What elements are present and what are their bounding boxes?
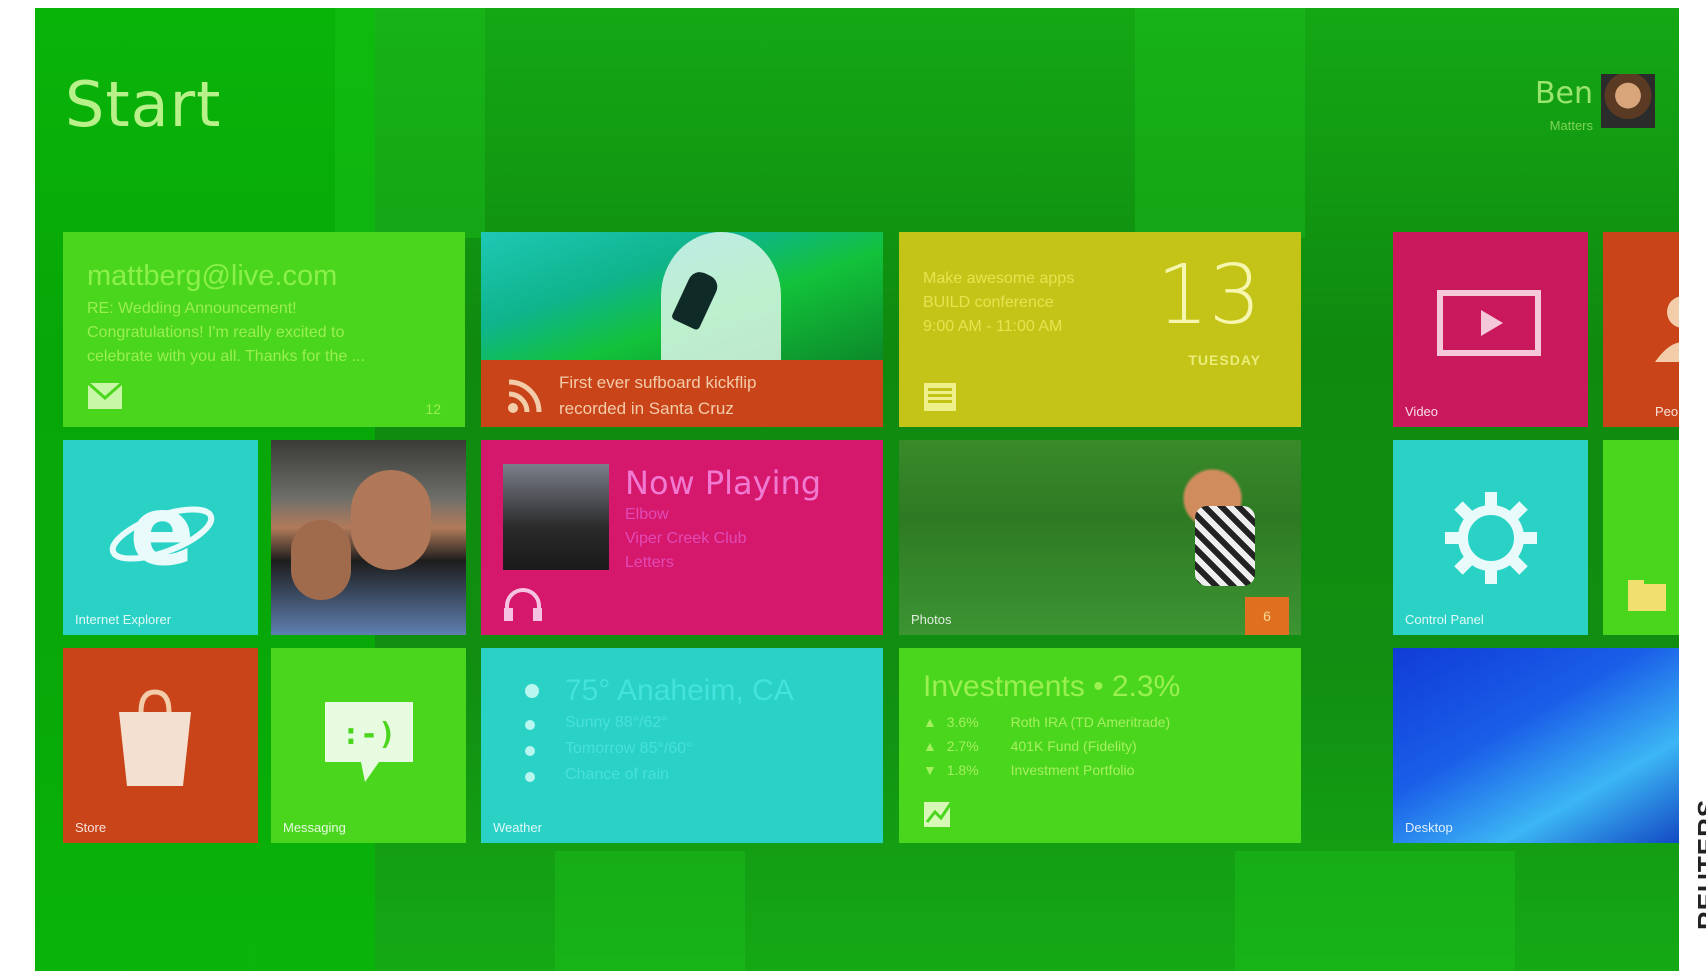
music-artist: Elbow [625, 506, 669, 523]
face-shape [291, 520, 351, 600]
video-tile[interactable]: Video [1393, 232, 1588, 427]
investment-name: Roth IRA (TD Ameritrade) [1010, 714, 1171, 730]
start-screen: Start Ben Matters mattberg@live.com RE: … [35, 8, 1679, 971]
gear-icon [1443, 490, 1539, 591]
people-label: People [1655, 404, 1679, 419]
bg-stripe [335, 8, 485, 238]
internet-explorer-label: Internet Explorer [75, 612, 172, 627]
weather-label: Weather [493, 820, 542, 835]
weather-line-2: Tomorrow 85°/60° [565, 740, 693, 757]
internet-explorer-tile[interactable]: e Internet Explorer [63, 440, 258, 635]
start-title: Start [65, 68, 222, 141]
user-first-name: Ben [1534, 76, 1593, 111]
investment-name: Investment Portfolio [1010, 762, 1135, 778]
store-label: Store [75, 820, 107, 835]
investment-row: ▲ 2.7% 401K Fund (Fidelity) [923, 738, 1137, 754]
people-tile[interactable]: People [1603, 232, 1679, 427]
user-last-name: Matters [1549, 118, 1593, 133]
up-arrow-icon: ▲ [923, 738, 937, 754]
people-photo-tile[interactable] [271, 440, 466, 635]
internet-explorer-icon: e [107, 475, 217, 589]
investment-name: 401K Fund (Fidelity) [1010, 738, 1137, 754]
wave-shape [661, 232, 781, 360]
chart-icon [923, 796, 957, 833]
news-tile[interactable]: First ever sufboard kickflip recorded in… [481, 232, 883, 427]
desktop-label: Desktop [1405, 820, 1453, 835]
weather-bullet-icon [525, 772, 535, 782]
mail-preview-2: celebrate with you all. Thanks for the .… [87, 348, 366, 365]
bg-stripe [555, 851, 745, 971]
news-caption: First ever sufboard kickflip recorded in… [559, 370, 756, 422]
music-album: Viper Creek Club [625, 530, 747, 547]
investments-title: Investments [923, 670, 1085, 703]
investment-row: ▼ 1.8% Investment Portfolio [923, 762, 1134, 778]
messaging-tile[interactable]: :-) Messaging [271, 648, 466, 843]
investment-pct: 2.7% [946, 738, 979, 754]
video-label: Video [1405, 404, 1439, 419]
calendar-day-name: TUESDAY [1188, 352, 1261, 368]
event-title: Make awesome apps [923, 270, 1075, 287]
messaging-label: Messaging [283, 820, 346, 835]
bg-stripe [1235, 851, 1515, 971]
sun-icon [525, 684, 539, 698]
avatar [1601, 74, 1655, 128]
music-track: Letters [625, 554, 674, 571]
investment-pct: 3.6% [946, 714, 979, 730]
person-icon [1653, 292, 1679, 367]
mail-address: mattberg@live.com [87, 260, 338, 292]
rss-icon [507, 378, 543, 419]
svg-text::-): :-) [342, 717, 396, 752]
control-panel-tile[interactable]: Control Panel [1393, 440, 1588, 635]
investment-row: ▲ 3.6% Roth IRA (TD Ameritrade) [923, 714, 1170, 730]
reuters-watermark: REUTERS [1692, 798, 1706, 930]
weather-bullet-icon [525, 746, 535, 756]
music-tile[interactable]: Now Playing Elbow Viper Creek Club Lette… [481, 440, 883, 635]
chat-bubble-icon: :-) [321, 698, 417, 793]
child-figure [1195, 506, 1255, 586]
now-playing-heading: Now Playing [625, 464, 822, 502]
mail-unread-count: 12 [425, 401, 441, 417]
face-shape [351, 470, 431, 570]
mail-preview-1: Congratulations! I'm really excited to [87, 324, 345, 341]
news-line-2: recorded in Santa Cruz [559, 399, 734, 418]
surf-photo [481, 232, 883, 360]
event-location: BUILD conference [923, 294, 1054, 311]
weather-line-1: Sunny 88°/62° [565, 714, 668, 731]
up-arrow-icon: ▲ [923, 714, 937, 730]
investments-heading: Investments • 2.3% [923, 670, 1180, 704]
shopping-bag-icon [113, 688, 197, 793]
folder-icon [1627, 578, 1667, 617]
bg-stripe [1135, 8, 1305, 238]
svg-text:e: e [129, 484, 194, 584]
calendar-tile[interactable]: Make awesome apps BUILD conference 9:00 … [899, 232, 1301, 427]
photos-label: Photos [911, 612, 952, 627]
event-time: 9:00 AM - 11:00 AM [923, 318, 1063, 335]
mail-tile[interactable]: mattberg@live.com RE: Wedding Announceme… [63, 232, 465, 427]
weather-line-3: Chance of rain [565, 766, 670, 783]
album-art [503, 464, 609, 570]
investments-change: • 2.3% [1093, 670, 1181, 703]
weather-tile[interactable]: 75° Anaheim, CA Sunny 88°/62° Tomorrow 8… [481, 648, 883, 843]
envelope-icon [87, 381, 123, 415]
calendar-day-number: 13 [1156, 248, 1261, 343]
weather-bullet-icon [525, 720, 535, 730]
news-line-1: First ever sufboard kickflip [559, 373, 757, 392]
investment-pct: 1.8% [946, 762, 979, 778]
desktop-tile[interactable]: Desktop [1393, 648, 1679, 843]
investments-tile[interactable]: Investments • 2.3% ▲ 3.6% Roth IRA (TD A… [899, 648, 1301, 843]
mail-subject: RE: Wedding Announcement! [87, 300, 297, 317]
photos-tile[interactable]: Photos 6 [899, 440, 1301, 635]
user-account[interactable]: Ben Matters [1485, 70, 1665, 140]
play-icon [1437, 290, 1541, 361]
weather-current: 75° Anaheim, CA [565, 674, 794, 707]
photos-badge: 6 [1245, 597, 1289, 635]
partial-tile[interactable] [1603, 440, 1679, 635]
down-arrow-icon: ▼ [923, 762, 937, 778]
headphones-icon [503, 588, 543, 627]
control-panel-label: Control Panel [1405, 612, 1484, 627]
store-tile[interactable]: Store [63, 648, 258, 843]
calendar-icon [923, 382, 957, 417]
